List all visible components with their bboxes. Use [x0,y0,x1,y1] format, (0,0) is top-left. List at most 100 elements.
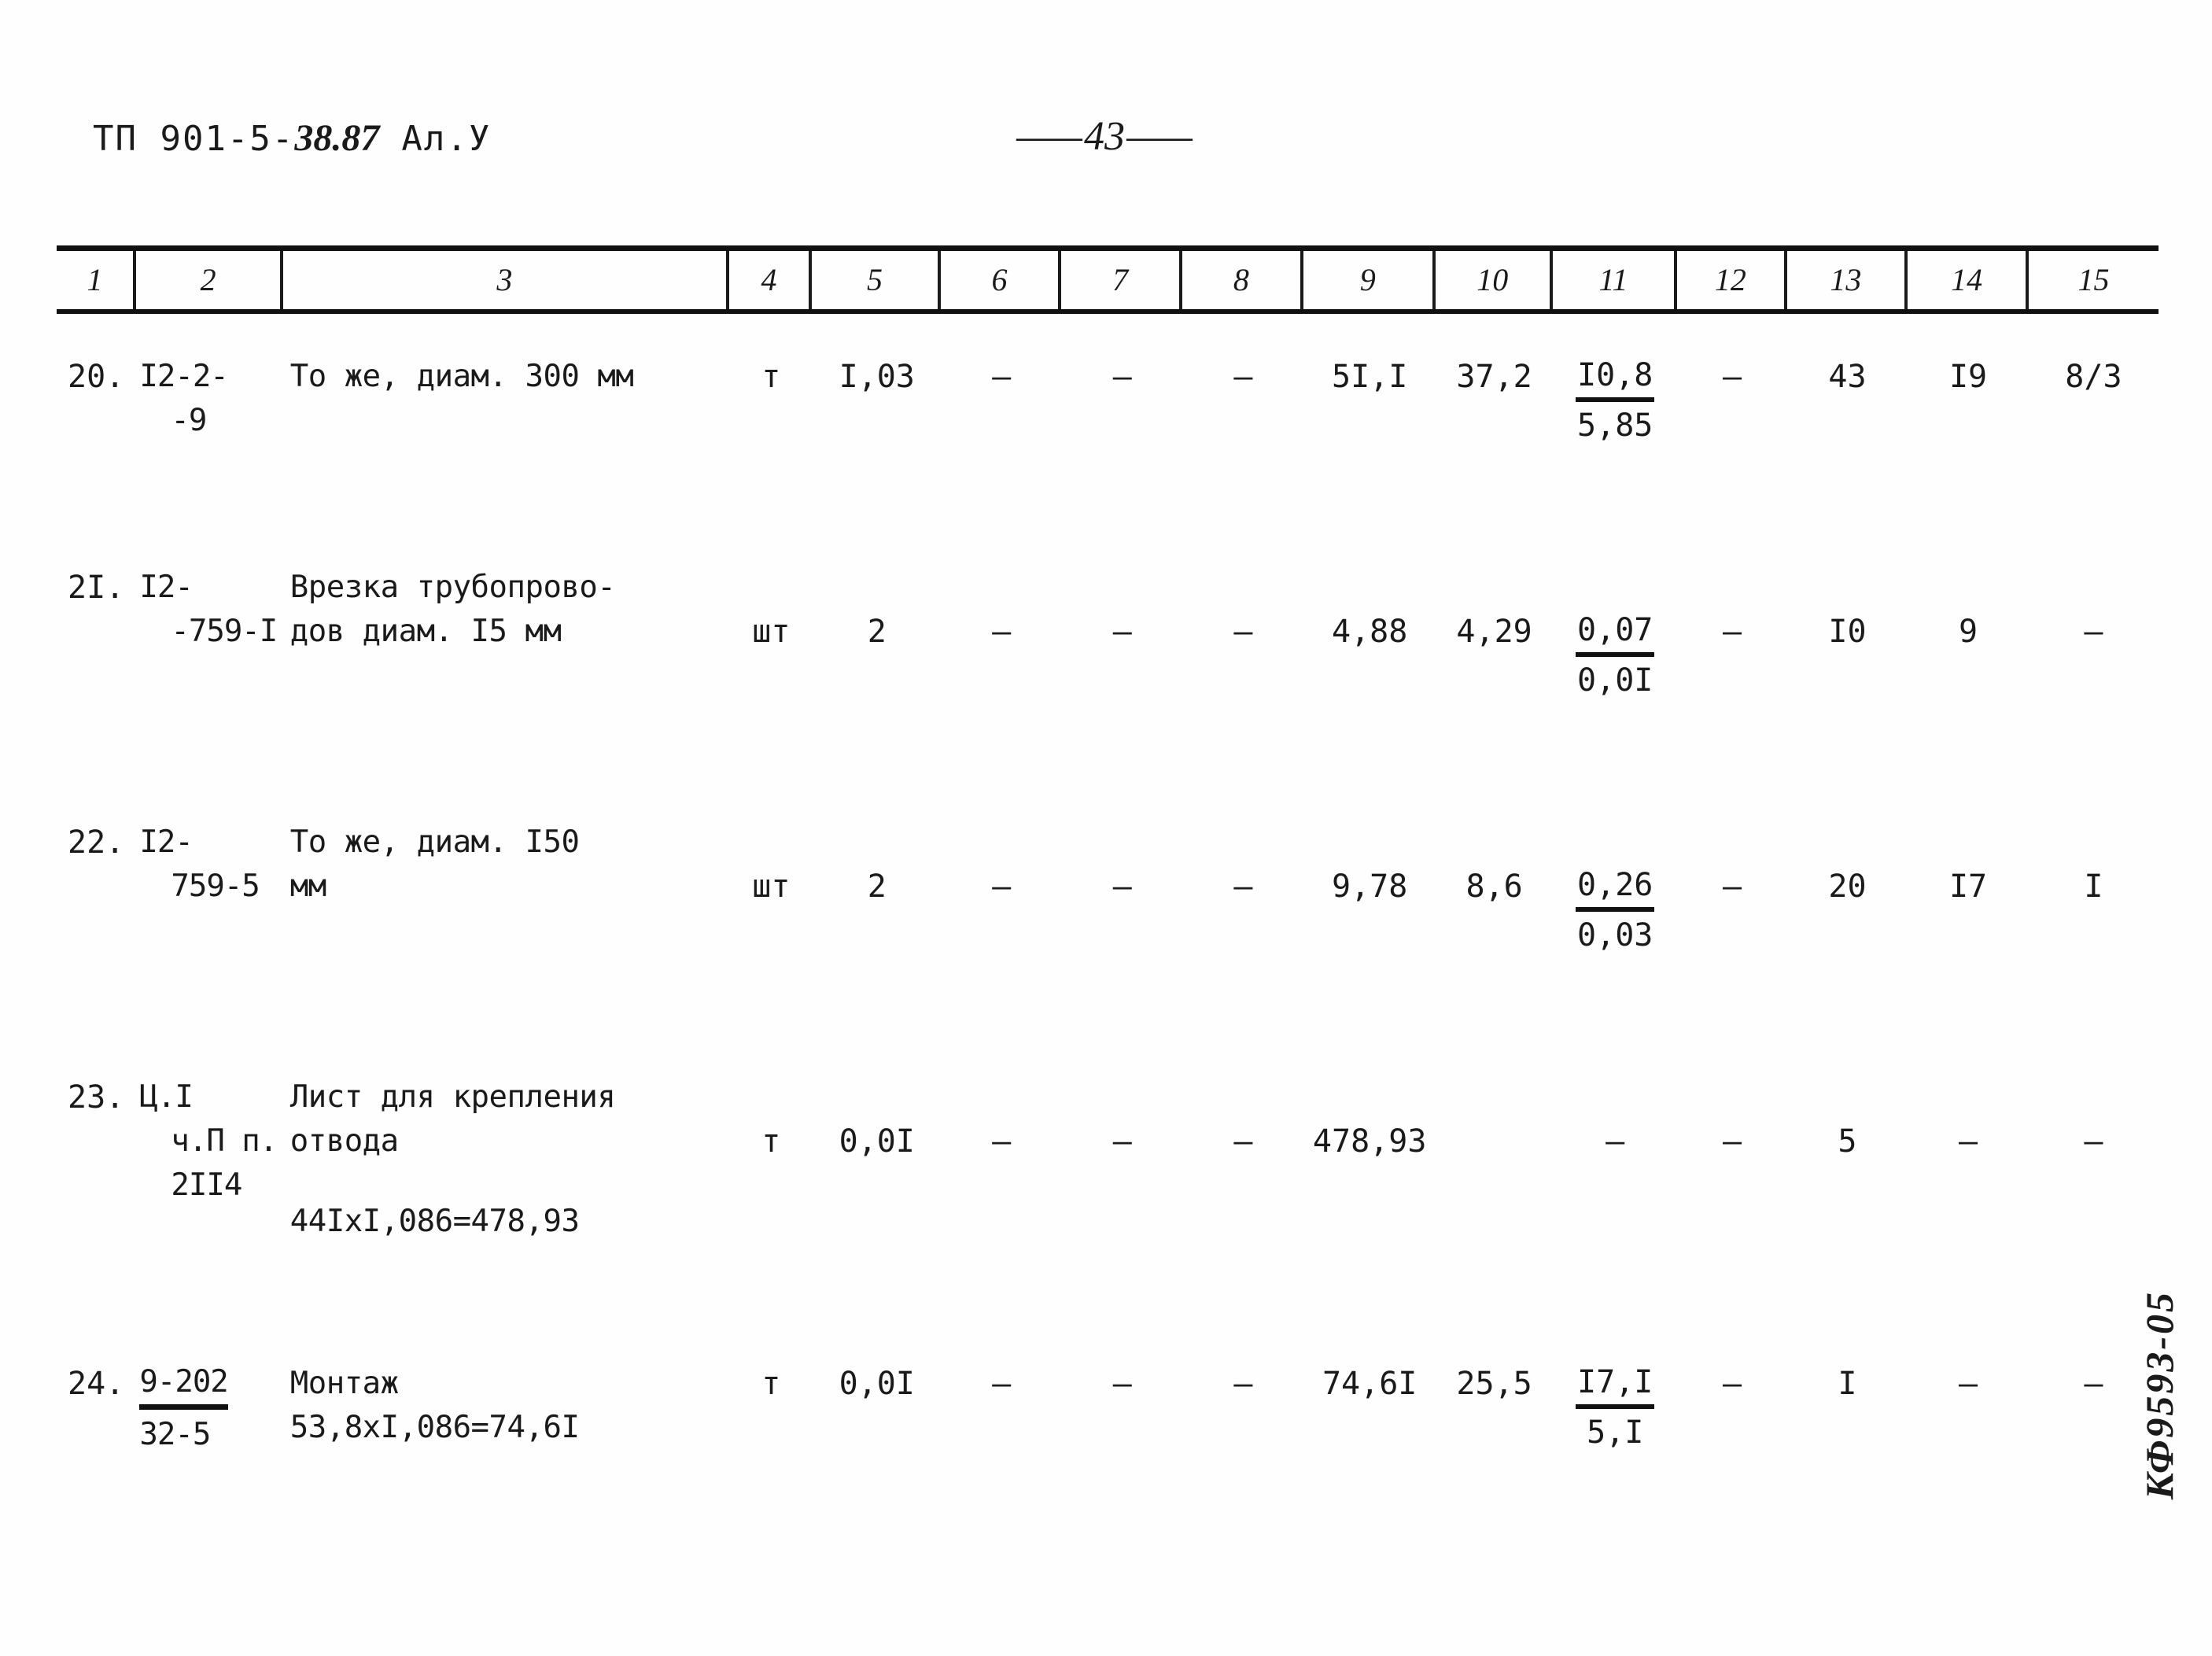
column-header-4: 4 [729,251,813,309]
row-col9: 478,93 [1312,1123,1427,1160]
row-col12: – [1722,869,1742,905]
row-col5: I,03 [839,359,915,395]
row-col6: – [992,1366,1012,1402]
row-col11-denominator: 0,0I [1577,662,1653,699]
row-code-line1: I2- [139,824,193,860]
column-header-15: 15 [2077,262,2110,297]
row-name: Лист для крепления отвода 44IxI,086=478,9… [284,1075,730,1244]
row-index: 20. [68,359,125,395]
row-col12: – [1722,1366,1742,1402]
row-spacer [57,957,2159,1075]
row-col10: 37,2 [1456,359,1532,395]
table-row: 23. Ц.I ч.П п. 2II4 Лист для крепления отв… [57,1075,2159,1244]
row-code-fraction: 9-202 32-5 [136,1362,283,1457]
column-header-8: 8 [1182,251,1303,309]
row-name-calculation: 53,8xI,086=74,6I [289,1410,580,1445]
row-col5: 0,0I [839,1366,915,1402]
page-number-dash-left: — [1016,114,1082,159]
row-col14: I7 [1948,869,1988,905]
row-col13: 20 [1828,869,1867,905]
row-code-line2: -759-I [171,614,278,649]
row-code-numerator: 9-202 [139,1362,229,1410]
row-col6: – [992,614,1012,650]
row-col13: I0 [1828,614,1867,650]
row-col6: – [992,359,1012,395]
row-code-line1: Ц.I [139,1079,193,1115]
row-spacer [57,1244,2159,1362]
row-col8: – [1233,1366,1253,1402]
table-row: 24. 9-202 32-5 Монтаж 53,8xI,086=74,6I т 0… [57,1362,2159,1457]
row-col8: – [1233,359,1253,395]
document-page: ТП 901-5-38.87 Ал.У — 43 — 1 2 3 4 5 6 7 8 … [0,0,2212,1656]
column-header-6: 6 [941,251,1062,309]
table-body: 20. I2-2- -9 То же, диам. 300 мм т I,03 –… [57,314,2159,1457]
row-index: 22. [68,824,125,861]
column-header-11: 11 [1553,251,1678,309]
column-header-5: 5 [812,251,941,309]
column-header-7: 7 [1061,251,1182,309]
row-spacer [57,448,2159,566]
row-name: То же, диам. I50 мм [289,824,580,904]
row-col7: – [1112,1123,1132,1160]
row-col15: 8/3 [2065,359,2122,395]
album-label: Ал.У [401,119,492,159]
row-unit: т [761,359,781,395]
row-col11-denominator: 0,03 [1577,917,1653,953]
column-header-3: 3 [283,251,729,309]
row-col11-denominator: 5,85 [1577,408,1653,444]
row-col15: – [2084,614,2103,650]
page-number-dash-right: — [1126,114,1193,159]
row-unit: т [761,1366,781,1402]
row-code-line2: ч.П п. [171,1123,278,1159]
table-top-rule [57,245,2159,251]
row-col9: 9,78 [1332,869,1408,905]
row-col9: 74,6I [1322,1366,1418,1402]
table-column-header-row: 1 2 3 4 5 6 7 8 9 10 11 12 13 14 15 [57,251,2159,309]
row-name-text: Лист для крепления отвода [289,1079,616,1159]
row-col15: I [2084,869,2103,905]
row-col8: – [1233,614,1253,650]
row-col13: I [1838,1366,1857,1402]
row-name: Врезка трубопрово- дов диам. I5 мм [289,570,616,649]
document-code-revision: 38.87 [294,117,380,159]
row-col14: – [1959,1366,1978,1402]
row-col7: – [1112,869,1132,905]
row-col9: 5I,I [1332,359,1408,395]
row-unit: т [761,1123,781,1160]
row-col14: 9 [1959,614,1978,650]
row-col13: 43 [1828,359,1867,395]
specification-table: 1 2 3 4 5 6 7 8 9 10 11 12 13 14 15 20. … [57,245,2159,1457]
row-col11-fraction: 0,07 0,0I [1553,610,1677,703]
column-header-14: 14 [1908,251,2029,309]
document-code: ТП 901-5-38.87 Ал.У [93,116,491,160]
table-row: 2I. I2- -759-I Врезка трубопрово- дов диа… [57,566,2159,703]
row-col5: 2 [867,869,887,905]
row-name-calculation: 44IxI,086=478,93 [289,1204,580,1239]
row-col11-numerator: I0,8 [1576,355,1655,402]
row-col6: – [992,1123,1012,1160]
row-col12: – [1722,359,1742,395]
row-index: 2I. [68,570,125,606]
column-header-2: 2 [136,251,284,309]
document-code-prefix: ТП 901-5- [93,119,295,159]
row-col11: – [1606,1123,1625,1160]
row-index: 24. [68,1366,125,1402]
row-code-denominator: 32-5 [139,1417,211,1452]
row-code-line3: 2II4 [171,1167,242,1203]
row-col7: – [1112,359,1132,395]
row-col11-numerator: I7,I [1576,1362,1655,1409]
row-code: I2-2- -9 [136,355,283,443]
table-row: 22. I2- 759-5 То же, диам. I50 мм шт 2 – … [57,821,2159,957]
column-header-10: 10 [1436,251,1553,309]
row-spacer [57,314,2159,355]
row-col11-fraction: I0,8 5,85 [1553,355,1677,448]
row-name-text: Монтаж [289,1366,399,1401]
row-col11-numerator: 0,26 [1576,865,1655,912]
column-header-9: 9 [1303,251,1436,309]
row-col9: 4,88 [1332,614,1408,650]
row-code: I2- 759-5 [136,821,283,909]
row-col7: – [1112,1366,1132,1402]
column-header-12: 12 [1677,251,1787,309]
row-code: Ц.I ч.П п. 2II4 [136,1075,283,1208]
row-col11-denominator: 5,I [1587,1414,1644,1451]
